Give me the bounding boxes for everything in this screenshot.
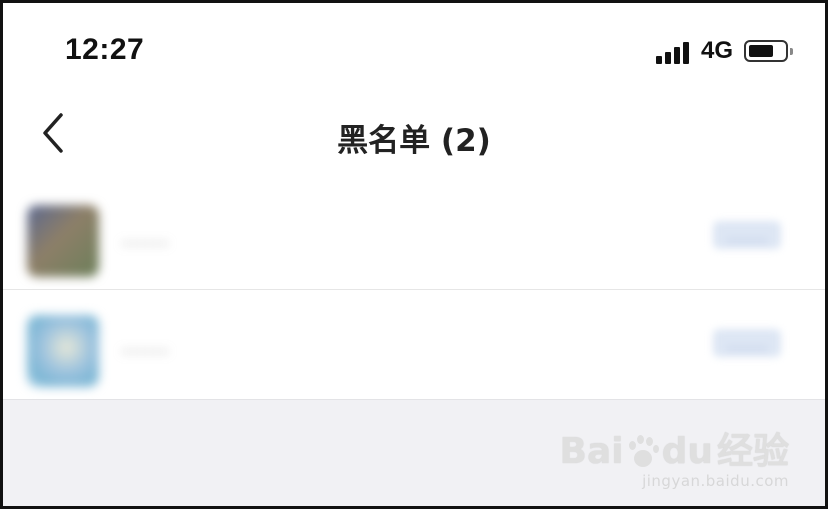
- remove-from-blacklist-button[interactable]: ……: [713, 221, 781, 249]
- navigation-bar: 黑名单 (2): [3, 95, 825, 181]
- signal-bars-icon: [656, 40, 694, 64]
- avatar: [27, 205, 99, 277]
- blacklist: …… …… …… ……: [3, 183, 825, 399]
- page-title: 黑名单 (2): [337, 123, 491, 159]
- avatar: [27, 315, 99, 387]
- watermark-url: jingyan.baidu.com: [642, 472, 789, 490]
- list-item[interactable]: …… ……: [3, 183, 825, 291]
- baidu-jingyan-watermark: Bai du 经验 jingyan.baidu.com: [559, 431, 790, 491]
- status-bar: 12:27 4G: [3, 3, 825, 93]
- status-time: 12:27: [65, 33, 145, 66]
- contact-name: ……: [121, 223, 169, 251]
- paw-icon: [626, 435, 660, 469]
- remove-from-blacklist-button[interactable]: ……: [713, 329, 781, 357]
- empty-area: Bai du 经验 jingyan.baidu.com: [3, 399, 825, 506]
- network-type: 4G: [701, 37, 734, 64]
- battery-icon: [744, 40, 793, 62]
- contact-name: ……: [121, 331, 169, 359]
- phone-screen: 12:27 4G 黑名单 (2) …… …… …… …… Bai du 经验 j…: [0, 0, 828, 509]
- list-item[interactable]: …… ……: [3, 291, 825, 399]
- divider: [3, 289, 825, 290]
- watermark-du: du: [661, 431, 713, 472]
- watermark-logo: Bai du 经验: [559, 431, 790, 472]
